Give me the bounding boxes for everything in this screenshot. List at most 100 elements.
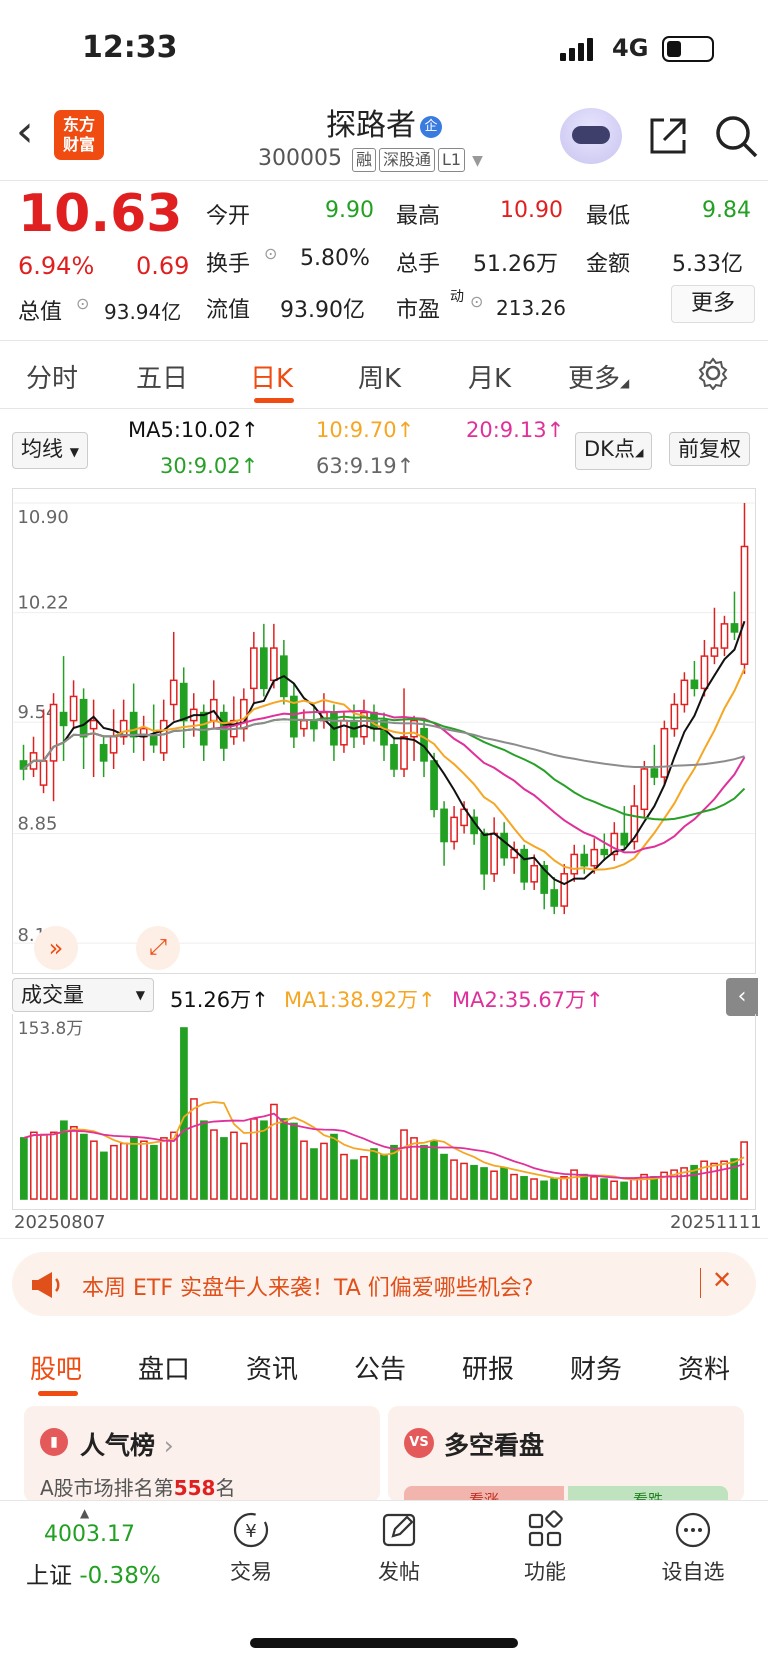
volume-bar	[300, 1140, 308, 1200]
volume-bar	[280, 1118, 288, 1200]
volume-bar	[400, 1129, 408, 1200]
divider	[0, 1238, 768, 1239]
tab-guba[interactable]: 股吧	[30, 1349, 82, 1386]
nav-post[interactable]: 发帖	[344, 1510, 454, 1586]
info-icon[interactable]: ⊙	[470, 292, 483, 311]
collapse-panel-icon[interactable]: ‹	[726, 978, 758, 1016]
tab-daily-k[interactable]: 日K	[250, 358, 293, 395]
rank-chart-icon: ▮	[40, 1428, 68, 1456]
apps-grid-icon	[528, 1510, 563, 1547]
candle-body	[169, 679, 178, 706]
volume-bar	[740, 1141, 748, 1200]
ma63-value: 63:9.19↑	[316, 454, 415, 478]
assistant-robot-icon[interactable]	[560, 108, 622, 164]
volume-selector[interactable]: 成交量 ▼	[12, 978, 154, 1012]
fullscreen-icon[interactable]: ⤢	[136, 926, 180, 970]
network-type: 4G	[612, 34, 649, 62]
volume-bar	[230, 1131, 238, 1200]
volume-bar	[530, 1178, 538, 1200]
volume-bar	[220, 1137, 228, 1200]
index-quote[interactable]: 上证 -0.38%	[26, 1556, 161, 1590]
tab-research[interactable]: 研报	[462, 1349, 514, 1386]
share-icon[interactable]	[644, 112, 692, 160]
total-value-label: 总值	[18, 300, 63, 325]
info-icon[interactable]: ⊙	[76, 294, 89, 313]
ma-selector[interactable]: 均线 ▼	[12, 432, 88, 469]
candle-body	[99, 744, 108, 762]
amount-value: 5.33亿	[672, 252, 743, 277]
tab-more[interactable]: 更多◢	[568, 358, 629, 395]
volume-value: 51.26万	[473, 252, 558, 277]
volume-bar	[320, 1142, 328, 1200]
nav-add-watchlist[interactable]: 设自选	[638, 1510, 748, 1586]
volume-bar	[630, 1178, 638, 1200]
tab-pankou[interactable]: 盘口	[138, 1349, 190, 1386]
turnover-label: 换手	[206, 252, 251, 277]
popularity-rank: A股市场排名第558名	[40, 1476, 236, 1500]
volume-bar	[180, 1027, 188, 1200]
volume-bar	[560, 1176, 568, 1200]
tab-announcements[interactable]: 公告	[354, 1349, 406, 1386]
candle-body	[440, 808, 448, 843]
volume-bar	[730, 1158, 738, 1200]
more-dots-icon	[675, 1512, 711, 1548]
candlestick-chart[interactable]: 10.9010.229.548.858.17	[12, 488, 756, 974]
volume-bar	[550, 1178, 558, 1200]
index-value[interactable]: 4003.17	[44, 1522, 135, 1547]
volume-bar	[500, 1167, 508, 1200]
candle-body	[380, 719, 388, 746]
tab-five-day[interactable]: 五日	[136, 358, 188, 395]
nav-functions[interactable]: 功能	[490, 1510, 600, 1586]
volume-bar	[360, 1156, 368, 1200]
megaphone-icon	[32, 1272, 60, 1298]
volume-bar	[70, 1125, 78, 1200]
volume-bar	[50, 1131, 58, 1200]
volume-bar	[380, 1153, 388, 1200]
settings-gear-icon[interactable]	[696, 356, 730, 390]
y-tick-label: 10.90	[18, 507, 69, 528]
volume-bar	[480, 1167, 488, 1200]
change-amount: 0.69	[136, 252, 190, 280]
volume-bar	[430, 1140, 438, 1200]
info-icon[interactable]: ⊙	[264, 244, 277, 263]
candle-body	[530, 864, 539, 883]
more-quote-button[interactable]: 更多	[671, 285, 755, 323]
amount-label: 金额	[586, 252, 631, 277]
volume-bar	[260, 1120, 268, 1200]
volume-chart[interactable]: 153.8万	[12, 1014, 756, 1210]
open-label: 今开	[206, 204, 251, 229]
tab-weekly-k[interactable]: 周K	[358, 358, 401, 395]
popularity-title: 人气榜 ›	[80, 1431, 174, 1460]
tab-finance[interactable]: 财务	[570, 1349, 622, 1386]
volume-bar	[290, 1122, 298, 1200]
chevron-down-icon[interactable]: ▼	[472, 153, 483, 169]
search-icon[interactable]	[712, 112, 760, 160]
candle-body	[79, 698, 88, 738]
active-tab-indicator	[254, 398, 294, 403]
tab-profile[interactable]: 资料	[678, 1349, 730, 1386]
bull-bear-title: 多空看盘	[444, 1431, 545, 1460]
signal-icon	[560, 38, 596, 61]
banner-text[interactable]: 本周 ETF 实盘牛人来袭！TA 们偏爱哪些机会?	[82, 1270, 533, 1302]
tab-monthly-k[interactable]: 月K	[468, 358, 511, 395]
candle-body	[430, 760, 438, 811]
volume-today: 51.26万↑	[170, 988, 269, 1012]
volume-bar	[100, 1151, 108, 1200]
edit-icon	[382, 1513, 416, 1547]
candle-body	[720, 623, 729, 649]
volume-bar	[120, 1142, 128, 1200]
dk-point-button[interactable]: DK点◢	[575, 432, 653, 470]
nav-trade[interactable]: ¥ 交易	[196, 1510, 306, 1586]
tab-intraday[interactable]: 分时	[26, 358, 78, 395]
close-icon[interactable]: ✕	[712, 1266, 732, 1294]
volume-bar	[350, 1159, 358, 1200]
forward-adjust-button[interactable]: 前复权	[669, 432, 750, 466]
current-price: 10.63	[18, 184, 183, 244]
turnover-value: 5.80%	[300, 246, 370, 271]
tab-news[interactable]: 资讯	[246, 1349, 298, 1386]
volume-bar	[450, 1159, 458, 1200]
volume-bar	[510, 1173, 518, 1200]
candle-body	[259, 647, 268, 690]
expand-arrow-icon[interactable]: »	[34, 926, 78, 970]
candle-body	[670, 703, 679, 730]
